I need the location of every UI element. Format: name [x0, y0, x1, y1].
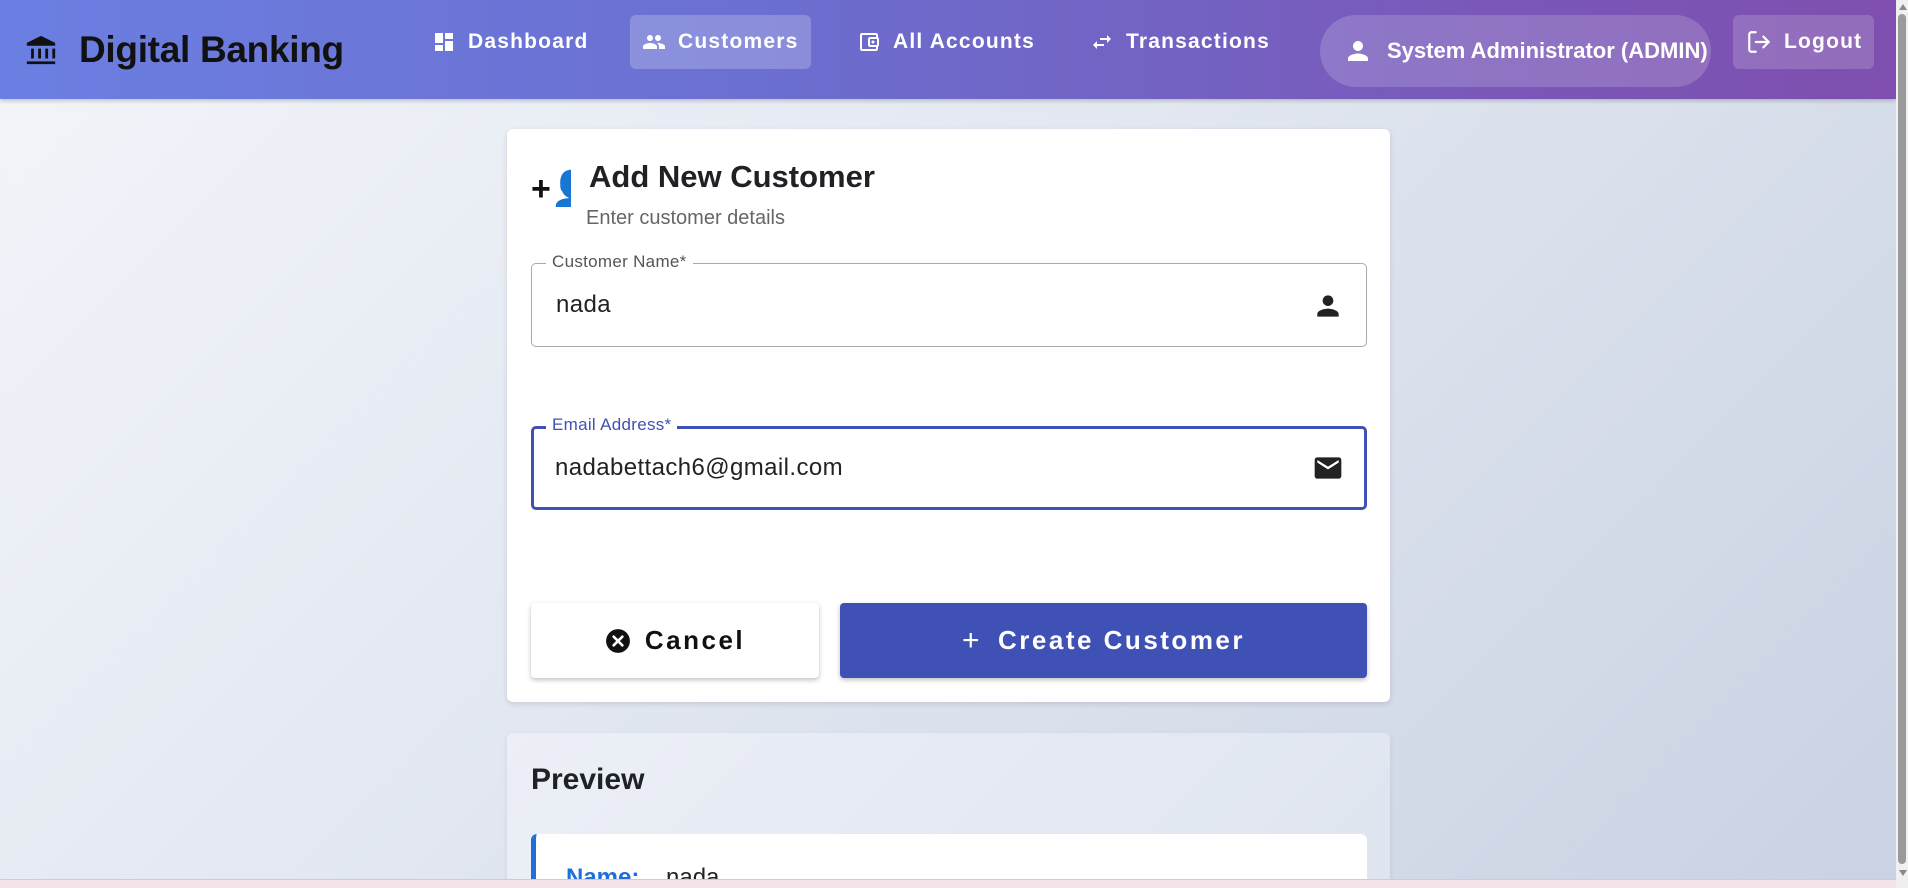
plus-icon: +: [961, 623, 982, 657]
card-subtitle: Enter customer details: [586, 207, 785, 229]
nav-all-accounts-label: All Accounts: [893, 30, 1035, 53]
scroll-up-arrow-icon[interactable]: [1899, 4, 1907, 10]
wallet-icon: [860, 33, 879, 51]
email-input[interactable]: [555, 429, 1255, 507]
mail-icon: [1314, 457, 1342, 479]
nav-dashboard[interactable]: Dashboard: [420, 15, 601, 69]
nav-customers[interactable]: Customers: [630, 15, 811, 69]
create-customer-button[interactable]: + Create Customer: [840, 603, 1367, 678]
person-icon: [1348, 41, 1368, 61]
cancel-button[interactable]: Cancel: [531, 603, 819, 678]
add-person-icon: +👤: [531, 170, 571, 208]
email-field[interactable]: Email Address*: [531, 415, 1367, 510]
dashboard-icon: [435, 33, 453, 51]
user-menu[interactable]: System Administrator (ADMIN): [1320, 15, 1711, 87]
nav-customers-label: Customers: [678, 30, 799, 53]
swap-arrows-icon: [1093, 35, 1111, 49]
nav-transactions[interactable]: Transactions: [1078, 15, 1282, 69]
people-icon: [643, 35, 665, 49]
cancel-label: Cancel: [644, 625, 746, 655]
scroll-down-arrow-icon[interactable]: [1899, 870, 1907, 876]
card-title: Add New Customer: [589, 159, 875, 194]
preview-title: Preview: [531, 763, 645, 796]
user-name: System Administrator (ADMIN): [1387, 38, 1708, 63]
brand-title: Digital Banking: [79, 29, 344, 70]
customer-name-field[interactable]: Customer Name*: [531, 252, 1367, 347]
add-customer-card: +👤 Add New Customer Enter customer detai…: [507, 129, 1390, 702]
person-icon: [1317, 295, 1339, 317]
nav-transactions-label: Transactions: [1126, 30, 1270, 53]
nav-dashboard-label: Dashboard: [468, 30, 589, 53]
cancel-circle-icon: [605, 628, 630, 653]
logout-icon: [1748, 31, 1770, 53]
nav-all-accounts[interactable]: All Accounts: [845, 15, 1047, 69]
scroll-thumb[interactable]: [1898, 14, 1906, 864]
create-customer-label: Create Customer: [998, 625, 1246, 655]
preview-card: Preview Name: nada: [507, 733, 1390, 888]
logout-label: Logout: [1784, 30, 1863, 53]
logout-button[interactable]: Logout: [1733, 15, 1874, 69]
bank-icon: [26, 35, 56, 65]
brand[interactable]: Digital Banking: [24, 28, 344, 72]
top-navbar: Digital Banking Dashboard Customers All …: [0, 0, 1896, 99]
customer-name-input[interactable]: [556, 264, 1256, 346]
bottom-strip: [0, 879, 1908, 888]
